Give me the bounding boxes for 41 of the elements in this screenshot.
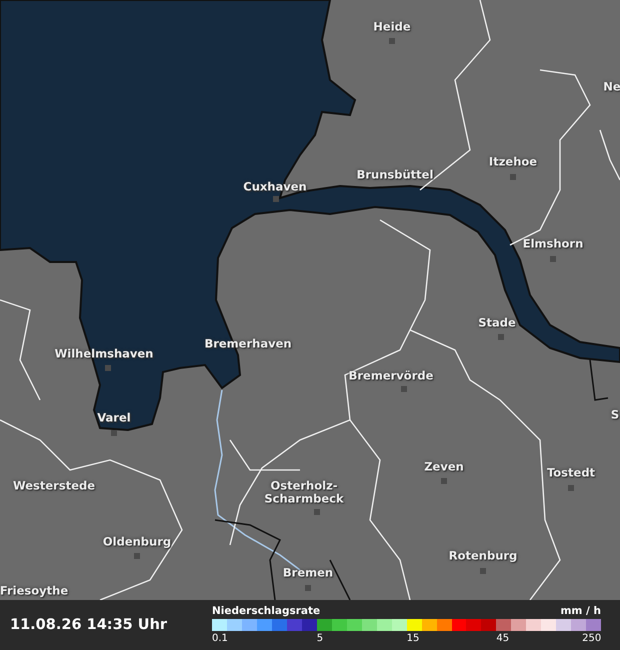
- legend-tick-label: 5: [316, 633, 324, 644]
- legend-tick-label: 45: [496, 633, 510, 644]
- legend-unit: mm / h: [560, 605, 601, 617]
- city-label: Bremen: [282, 566, 334, 580]
- city-marker: [273, 196, 279, 202]
- city-marker: [441, 478, 447, 484]
- legend-tick-label: 15: [406, 633, 420, 644]
- city-label: S: [610, 408, 620, 422]
- city-marker: [510, 174, 516, 180]
- city-marker: [111, 430, 117, 436]
- city-label: Cuxhaven: [243, 180, 307, 194]
- city-label: Brunsbüttel: [356, 168, 434, 182]
- city-marker: [305, 585, 311, 591]
- city-marker: [480, 568, 486, 574]
- legend-tick-label: 250: [582, 633, 602, 644]
- legend-title: Niederschlagsrate: [212, 605, 320, 617]
- city-label: Tostedt: [546, 466, 596, 480]
- city-label: Bremervörde: [348, 370, 434, 382]
- city-label: Westerstede: [12, 480, 96, 492]
- city-label: Osterholz-Scharmbeck: [263, 479, 345, 505]
- city-marker: [401, 386, 407, 392]
- city-label: Rotenburg: [448, 550, 518, 562]
- city-label: Oldenburg: [102, 536, 172, 548]
- city-label: Elmshorn: [522, 238, 584, 250]
- city-label: Itzehoe: [488, 156, 538, 168]
- city-label: Friesoythe: [0, 584, 68, 598]
- timestamp: 11.08.26 14:35 Uhr: [10, 617, 168, 633]
- city-marker: [314, 509, 320, 515]
- city-label: Varel: [97, 412, 131, 424]
- city-marker: [134, 553, 140, 559]
- city-label: Heide: [373, 20, 411, 34]
- city-marker: [389, 38, 395, 44]
- city-label: Stade: [478, 316, 516, 330]
- city-label: Ne: [603, 80, 620, 94]
- city-label: Wilhelmshaven: [54, 348, 154, 360]
- legend-tick-label: 0.1: [212, 633, 228, 644]
- city-marker: [498, 334, 504, 340]
- city-marker: [550, 256, 556, 262]
- city-label: Zeven: [424, 460, 464, 474]
- city-marker: [568, 485, 574, 491]
- city-marker: [105, 365, 111, 371]
